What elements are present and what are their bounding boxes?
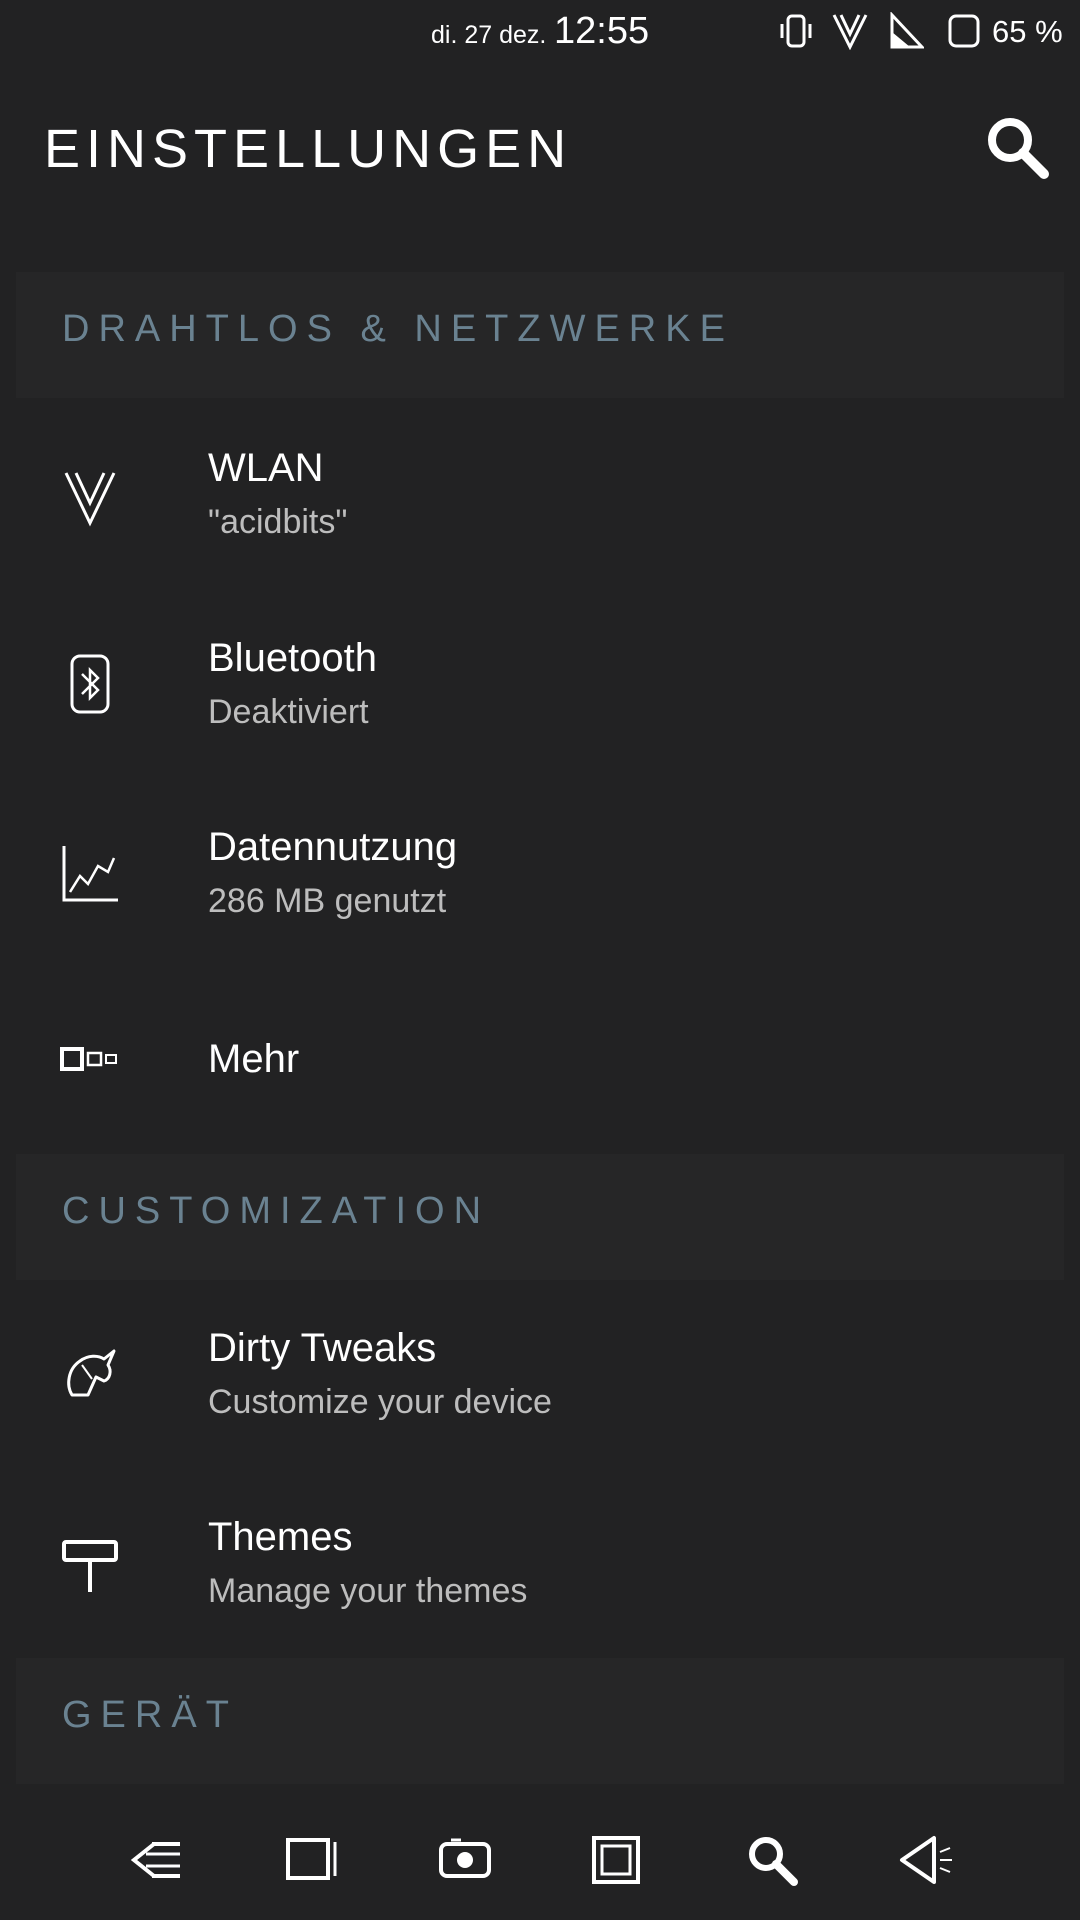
- settings-item-more[interactable]: Mehr: [0, 975, 1080, 1145]
- search-icon: [982, 112, 1052, 182]
- settings-item-wlan[interactable]: WLAN "acidbits": [0, 410, 1080, 580]
- wifi-icon: [58, 467, 122, 531]
- search-button[interactable]: [982, 112, 1052, 182]
- search-icon[interactable]: [742, 1830, 802, 1890]
- cell-signal-icon: [888, 12, 924, 50]
- section-label: CUSTOMIZATION: [62, 1190, 491, 1232]
- navigation-bar: [0, 1808, 1080, 1920]
- item-title: Datennutzung: [208, 825, 458, 869]
- section-header-customization: CUSTOMIZATION: [16, 1154, 1064, 1280]
- section-header-device: GERÄT: [16, 1658, 1064, 1784]
- more-icon: [58, 1027, 122, 1091]
- bluetooth-icon: [58, 652, 122, 716]
- section-label: DRAHTLOS & NETZWERKE: [62, 308, 734, 350]
- item-title: Mehr: [208, 1037, 300, 1081]
- battery-icon: [946, 12, 982, 50]
- item-subtitle: Manage your themes: [208, 1572, 528, 1610]
- back-icon[interactable]: [896, 1830, 956, 1890]
- settings-item-bluetooth[interactable]: Bluetooth Deaktiviert: [0, 600, 1080, 770]
- paint-roller-icon: [58, 1532, 122, 1596]
- settings-item-dirty-tweaks[interactable]: Dirty Tweaks Customize your device: [0, 1290, 1080, 1460]
- battery-percent: 65 %: [992, 14, 1063, 49]
- section-header-wireless: DRAHTLOS & NETZWERKE: [16, 272, 1064, 398]
- item-title: WLAN: [208, 446, 324, 490]
- section-label: GERÄT: [62, 1694, 238, 1736]
- item-title: Themes: [208, 1515, 353, 1559]
- unicorn-icon: [58, 1343, 122, 1407]
- item-title: Bluetooth: [208, 636, 378, 680]
- item-subtitle: Deaktiviert: [208, 693, 369, 731]
- item-subtitle: 286 MB genutzt: [208, 882, 447, 920]
- item-subtitle: Customize your device: [208, 1383, 552, 1421]
- data-usage-icon: [58, 842, 122, 906]
- item-title: Dirty Tweaks: [208, 1326, 437, 1370]
- screenshot-icon[interactable]: [435, 1830, 495, 1890]
- recents-icon[interactable]: [282, 1830, 342, 1890]
- home-icon[interactable]: [588, 1830, 648, 1890]
- settings-item-data-usage[interactable]: Datennutzung 286 MB genutzt: [0, 789, 1080, 959]
- vibrate-icon: [778, 12, 814, 50]
- page-title: EINSTELLUNGEN: [44, 119, 573, 179]
- menu-icon[interactable]: [128, 1830, 188, 1890]
- item-subtitle: "acidbits": [208, 503, 348, 541]
- settings-item-themes[interactable]: Themes Manage your themes: [0, 1479, 1080, 1649]
- status-date: di. 27 dez.: [431, 21, 547, 49]
- status-bar: di. 27 dez. 12:55 65 %: [0, 0, 1080, 66]
- status-time: 12:55: [554, 10, 650, 52]
- wifi-signal-icon: [832, 12, 868, 50]
